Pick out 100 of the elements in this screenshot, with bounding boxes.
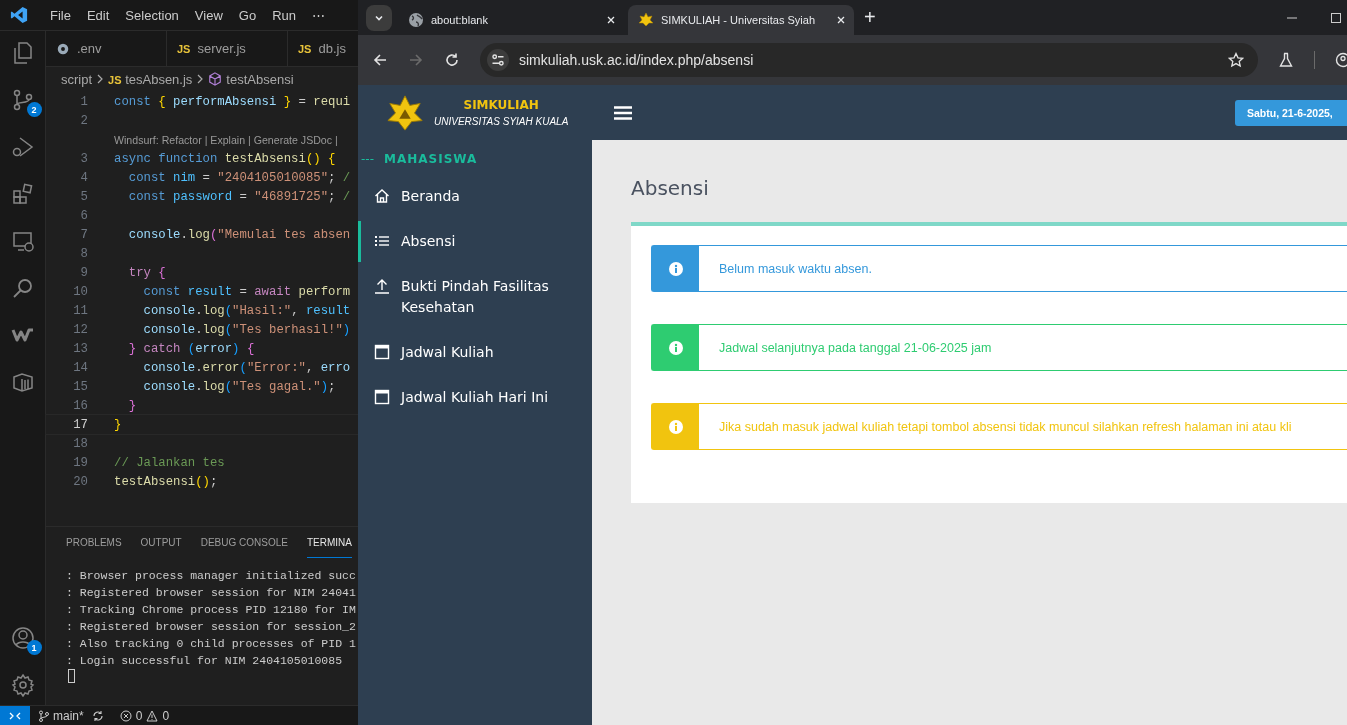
line-number: 17 (72, 417, 88, 432)
warning-icon (146, 709, 159, 722)
run-debug-icon[interactable] (10, 135, 35, 159)
alert-message: Belum masuk waktu absen. (651, 245, 1347, 292)
codelens-links[interactable]: Windsurf: Refactor | Explain | Generate JSDoc | (114, 133, 338, 146)
code-line: const result = await perform (142, 284, 351, 299)
panel-tab[interactable]: TERMINA (306, 537, 352, 558)
remote-explorer-icon[interactable] (10, 229, 35, 253)
menu-icon[interactable] (614, 105, 632, 120)
settings-icon[interactable] (10, 673, 35, 697)
panel-tab[interactable]: OUTPUT (140, 537, 182, 557)
back-icon[interactable] (372, 52, 388, 68)
code-line: console.log("Memulai tes absen (127, 227, 351, 242)
terminal-line: : Registered browser session for session_2 (66, 619, 357, 635)
panel-tab[interactable]: PROBLEMS (66, 537, 122, 557)
site-brand[interactable]: SIMKULIAH (463, 98, 539, 112)
menu-item[interactable]: ⋯ (304, 7, 333, 23)
new-tab-button[interactable]: + (864, 6, 876, 29)
code-line: testAbsensi(); (114, 474, 218, 489)
code-line: } catch (error) { (127, 341, 255, 356)
section-heading: MAHASISWA (384, 152, 478, 166)
line-number: 20 (72, 474, 88, 489)
sidebar-item[interactable]: Jadwal Kuliah (358, 342, 592, 363)
breadcrumb-item[interactable]: script (61, 71, 93, 87)
line-number: 18 (72, 436, 88, 451)
flask-icon[interactable] (1278, 52, 1294, 68)
maximize-icon[interactable] (1331, 12, 1341, 23)
profile-icon[interactable] (1335, 52, 1347, 68)
editor-tab[interactable]: JS server.js (167, 31, 288, 66)
menu-item[interactable]: File (42, 7, 79, 23)
tab-list-button[interactable] (366, 4, 392, 31)
page-title: Absensi (631, 176, 710, 200)
browser-tab[interactable]: about:blank (398, 5, 624, 35)
close-icon[interactable] (836, 15, 846, 25)
breadcrumb-item[interactable]: testAbsensi (226, 71, 294, 87)
line-number: 13 (72, 341, 88, 356)
sidebar-item[interactable]: Jadwal Kuliah Hari Ini (358, 387, 592, 408)
menu-item[interactable]: Selection (117, 7, 187, 23)
breadcrumb-item[interactable]: JS tesAbsen.js (108, 71, 193, 87)
chevron-icon (196, 74, 205, 84)
gear-icon (56, 41, 70, 56)
code-line: const { performAbsensi } = requi (114, 94, 351, 109)
branch-icon (38, 709, 50, 722)
terminal-line: : Tracking Chrome process PID 12180 for IM (66, 602, 357, 618)
info-icon (668, 340, 683, 355)
browser-tab[interactable]: SIMKULIAH - Universitas Syiah (628, 5, 854, 35)
code-line: } (127, 398, 137, 413)
menu-item[interactable]: Run (264, 7, 304, 23)
code-line: } (114, 417, 122, 432)
container-icon[interactable] (10, 370, 35, 394)
line-number: 3 (79, 151, 88, 166)
bookmark-star-icon[interactable] (1228, 52, 1244, 68)
branch-status[interactable]: main* (38, 708, 84, 723)
site-settings-icon[interactable] (487, 49, 509, 71)
terminal-line: : Also tracking 0 child processes of PID 1 (66, 636, 357, 652)
reload-icon[interactable] (444, 52, 460, 68)
account-icon[interactable] (10, 626, 35, 650)
panel-tab[interactable]: DEBUG CONSOLE (200, 537, 288, 557)
line-number: 8 (79, 246, 88, 261)
extensions-icon[interactable] (10, 182, 35, 206)
address-bar[interactable]: simkuliah.usk.ac.id/index.php/absensi (480, 43, 1258, 77)
code-line: const password = "46891725"; / (127, 189, 351, 204)
sync-icon[interactable] (91, 709, 104, 722)
code-line: console.log("Tes berhasil!") (142, 322, 351, 337)
code-line: console.log("Tes gagal."); (142, 379, 336, 394)
sidebar-item[interactable]: Beranda (358, 186, 592, 207)
flower-logo-icon (638, 12, 654, 28)
alert-message: Jika sudah masuk jadwal kuliah tetapi tombol absensi tidak muncul silahkan refresh halaman ini atau kli (651, 403, 1347, 450)
code-line: try { (127, 265, 166, 280)
notification-badge: 2 (26, 102, 42, 117)
line-number: 11 (72, 303, 88, 318)
university-logo-icon (386, 93, 424, 132)
line-number: 4 (79, 170, 88, 185)
sidebar-item[interactable]: Bukti Pindah Fasilitas Kesehatan (358, 276, 592, 318)
line-number: 6 (79, 208, 88, 223)
remote-button[interactable] (0, 706, 30, 725)
menu-item[interactable]: Edit (78, 7, 118, 23)
code-line: console.log("Hasil:", result (142, 303, 351, 318)
line-number: 1 (79, 94, 88, 109)
line-number: 2 (79, 113, 88, 128)
problems-status[interactable]: 0 0 (119, 708, 170, 723)
alert-message: Jadwal selanjutnya pada tanggal 21-06-2025 jam (651, 324, 1347, 371)
upload-icon (374, 278, 390, 294)
notification-badge: 1 (26, 640, 42, 655)
terminal-line: : Browser process manager initialized succ (66, 568, 357, 584)
terminal-line: : Registered browser session for NIM 24041 (66, 585, 357, 601)
line-number: 16 (72, 398, 88, 413)
line-number: 12 (72, 322, 88, 337)
line-number: 9 (79, 265, 88, 280)
menu-item[interactable]: View (186, 7, 231, 23)
editor-tab[interactable]: .env (46, 31, 167, 66)
line-number: 14 (72, 360, 88, 375)
code-line: const nim = "2404105010085"; / (127, 170, 351, 185)
line-number: 15 (72, 379, 88, 394)
close-icon[interactable] (606, 15, 616, 25)
line-number: 5 (79, 189, 88, 204)
menu-item[interactable]: Go (230, 7, 265, 23)
section-mark: --- (361, 152, 374, 166)
cube-icon (208, 72, 223, 86)
terminal-cursor (68, 669, 75, 683)
